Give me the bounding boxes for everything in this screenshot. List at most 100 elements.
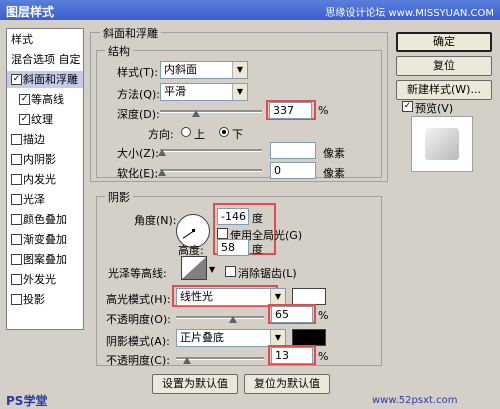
style-list-item-label: 图案叠加: [23, 253, 67, 266]
size-slider-track[interactable]: [160, 149, 262, 152]
style-list-item[interactable]: ✓ 斜面和浮雕: [7, 71, 83, 88]
style-list-item[interactable]: 渐变叠加: [7, 231, 83, 248]
preview-checkbox[interactable]: ✓: [402, 101, 413, 112]
direction-up-label: 上: [194, 128, 205, 141]
bevel-group-title: 斜面和浮雕: [100, 25, 161, 41]
direction-up-radio[interactable]: [181, 127, 191, 137]
depth-input[interactable]: 337: [269, 102, 312, 119]
angle-dial-needle: [182, 231, 194, 239]
style-list-item[interactable]: 图案叠加: [7, 251, 83, 268]
style-preview-box: [411, 116, 473, 172]
soften-label: 软化(E):: [117, 167, 159, 180]
size-unit: 像素: [323, 147, 345, 160]
checkbox-icon[interactable]: [11, 294, 22, 305]
style-list-item[interactable]: 投影: [7, 291, 83, 308]
soften-input[interactable]: 0: [270, 162, 316, 179]
style-list-item[interactable]: 样式: [7, 31, 83, 48]
highlight-opacity-label: 不透明度(O):: [106, 313, 171, 326]
style-list-item-label: 样式: [11, 33, 33, 46]
style-list-item[interactable]: 混合选项 自定: [7, 51, 83, 68]
depth-unit: %: [318, 104, 329, 117]
reset-default-button[interactable]: 复位为默认值: [244, 374, 330, 394]
style-list-item-label: 光泽: [23, 193, 45, 206]
shadow-opacity-unit: %: [318, 350, 329, 363]
direction-down-radio[interactable]: [219, 127, 229, 137]
gloss-contour-preview[interactable]: [181, 256, 207, 280]
highlight-opacity-slider-track[interactable]: [176, 316, 264, 319]
brand-logo-left: PS学堂: [6, 394, 48, 408]
angle-unit: 度: [252, 212, 263, 225]
shading-group-title: 阴影: [105, 189, 133, 205]
shadow-opacity-label: 不透明度(C):: [106, 354, 170, 367]
angle-dial-center: [192, 229, 195, 232]
size-slider-thumb[interactable]: [158, 149, 167, 156]
depth-label: 深度(D):: [117, 108, 160, 121]
depth-slider-track[interactable]: [160, 110, 262, 113]
shadow-opacity-slider-thumb[interactable]: [183, 357, 192, 364]
structure-group-title: 结构: [105, 43, 133, 59]
checkbox-icon[interactable]: [11, 194, 22, 205]
chevron-down-icon: ▼: [270, 289, 285, 305]
checkbox-icon[interactable]: [11, 134, 22, 145]
highlight-mode-label: 高光模式(H):: [106, 293, 171, 306]
style-list-item-label: 描边: [23, 133, 45, 146]
checkbox-checked-icon[interactable]: ✓: [11, 74, 22, 85]
style-list-item[interactable]: 光泽: [7, 191, 83, 208]
method-select[interactable]: 平滑 ▼: [160, 83, 248, 101]
dialog-title: 图层样式: [6, 5, 55, 19]
chevron-down-icon: ▼: [232, 84, 247, 100]
method-select-value: 平滑: [164, 85, 186, 98]
checkbox-checked-icon[interactable]: ✓: [19, 114, 30, 125]
new-style-button[interactable]: 新建样式(W)...: [396, 80, 492, 100]
title-bar: 图层样式 思缘设计论坛 www.MISSYUAN.COM: [0, 0, 500, 20]
checkbox-icon[interactable]: [11, 174, 22, 185]
soften-slider-thumb[interactable]: [158, 169, 167, 176]
style-select-value: 内斜面: [164, 63, 197, 76]
style-list-item[interactable]: 内发光: [7, 171, 83, 188]
style-list-item-label: 斜面和浮雕: [23, 73, 78, 86]
highlight-mode-value: 线性光: [180, 290, 213, 303]
global-light-checkbox[interactable]: [217, 228, 228, 239]
style-list-item[interactable]: 外发光: [7, 271, 83, 288]
style-list-item-label: 纹理: [31, 113, 53, 126]
style-select[interactable]: 内斜面 ▼: [160, 61, 248, 79]
highlight-color-swatch[interactable]: [292, 288, 326, 305]
size-input[interactable]: [270, 142, 316, 159]
style-list-item[interactable]: 颜色叠加: [7, 211, 83, 228]
checkbox-icon[interactable]: [11, 254, 22, 265]
angle-input[interactable]: -146: [217, 208, 249, 225]
style-list-item[interactable]: 内阴影: [7, 151, 83, 168]
angle-label: 角度(N):: [134, 214, 177, 227]
style-list-item-label: 等高线: [31, 93, 64, 106]
style-list-item[interactable]: 描边: [7, 131, 83, 148]
style-list-item-label: 外发光: [23, 273, 56, 286]
reset-button[interactable]: 复位: [396, 56, 492, 76]
checkbox-checked-icon[interactable]: ✓: [19, 94, 30, 105]
style-label: 样式(T):: [117, 66, 159, 79]
shadow-color-swatch[interactable]: [292, 329, 326, 346]
soften-slider-track[interactable]: [160, 169, 262, 172]
chevron-down-icon[interactable]: ▼: [209, 265, 215, 274]
style-list-item[interactable]: ✓ 等高线: [7, 91, 83, 108]
altitude-input[interactable]: 58: [217, 239, 249, 256]
method-label: 方法(Q):: [117, 88, 160, 101]
highlight-opacity-slider-thumb[interactable]: [229, 316, 238, 323]
set-default-button[interactable]: 设置为默认值: [152, 374, 238, 394]
shadow-mode-label: 阴影模式(A):: [106, 335, 170, 348]
checkbox-icon[interactable]: [11, 154, 22, 165]
brand-url-right: www.52psxt.com: [372, 395, 458, 406]
style-list-item[interactable]: ✓ 纹理: [7, 111, 83, 128]
style-list-item-label: 渐变叠加: [23, 233, 67, 246]
style-list-item-label: 内阴影: [23, 153, 56, 166]
chevron-down-icon: ▼: [232, 62, 247, 78]
antialias-label: 消除锯齿(L): [238, 267, 297, 280]
ok-button[interactable]: 确定: [396, 32, 492, 52]
depth-slider-thumb[interactable]: [191, 110, 200, 117]
highlight-opacity-input[interactable]: 65: [271, 306, 313, 323]
checkbox-icon[interactable]: [11, 234, 22, 245]
direction-down-label: 下: [232, 128, 243, 141]
shadow-opacity-input[interactable]: 13: [271, 347, 313, 364]
antialias-checkbox[interactable]: [225, 266, 236, 277]
checkbox-icon[interactable]: [11, 214, 22, 225]
checkbox-icon[interactable]: [11, 274, 22, 285]
